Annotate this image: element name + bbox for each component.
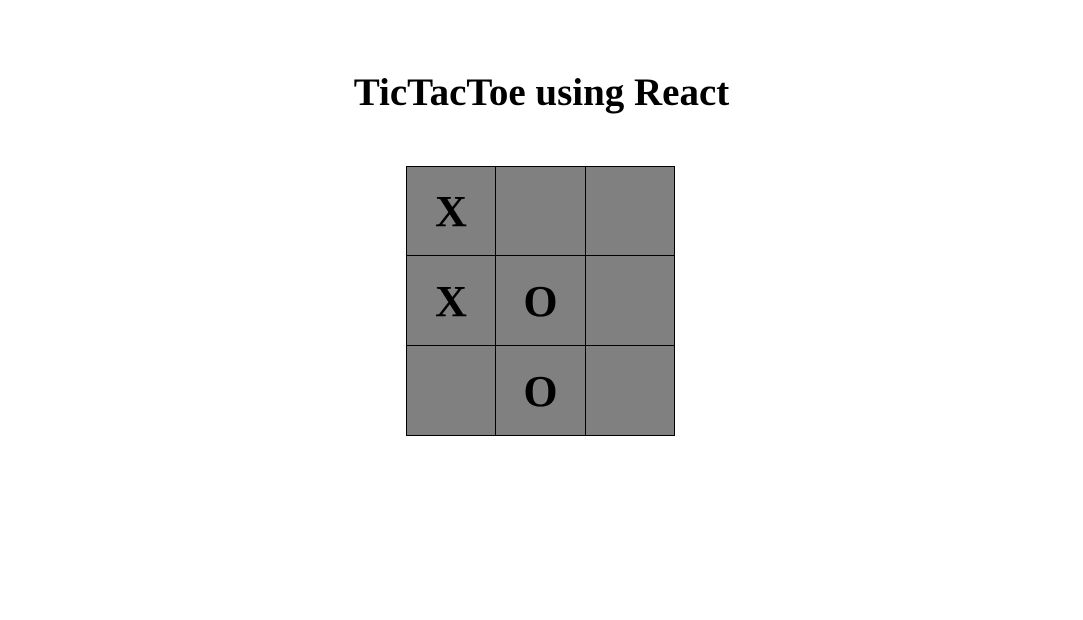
board-cell-4[interactable]: O <box>495 255 586 346</box>
board-cell-6[interactable] <box>406 345 496 436</box>
board-cell-1[interactable] <box>495 166 586 256</box>
board-cell-8[interactable] <box>585 345 675 436</box>
board-cell-3[interactable]: X <box>406 255 496 346</box>
page-title: TicTacToe using React <box>353 71 730 114</box>
board-cell-5[interactable] <box>585 255 675 346</box>
game-board: X X O O <box>406 166 675 436</box>
board-cell-7[interactable]: O <box>495 345 586 436</box>
board-cell-2[interactable] <box>585 166 675 256</box>
board-cell-0[interactable]: X <box>406 166 496 256</box>
